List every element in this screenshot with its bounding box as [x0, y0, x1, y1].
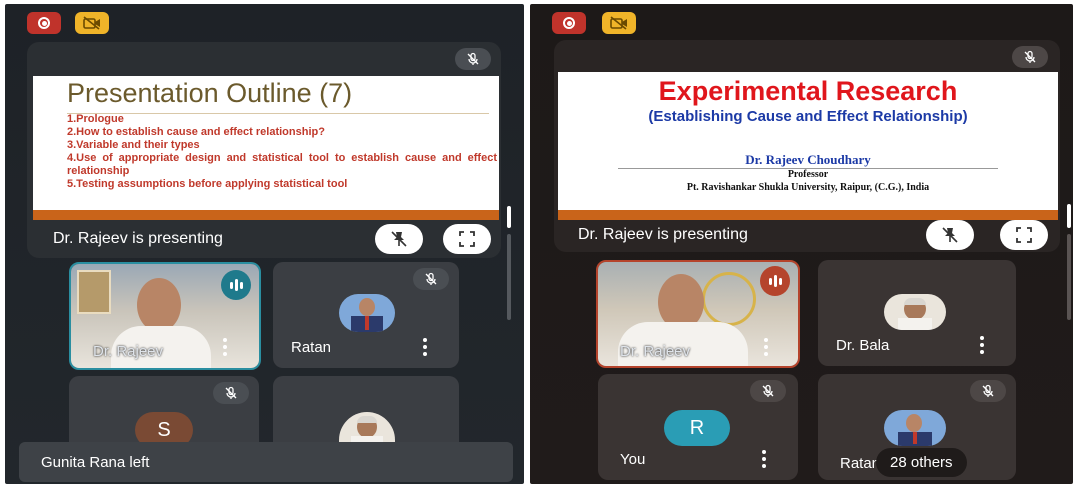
muted-badge [413, 268, 449, 290]
camera-off-icon [610, 16, 627, 30]
avatar [339, 294, 395, 332]
avatar [884, 410, 946, 446]
mic-off-icon [982, 384, 994, 397]
shared-slide: Experimental Research (Establishing Caus… [558, 72, 1058, 220]
person-head [137, 278, 181, 332]
slide-author: Dr. Rajeev Choudhary [745, 152, 871, 167]
slide-outline-list: 1.Prologue 2.How to establish cause and … [67, 113, 497, 191]
avatar [339, 412, 395, 446]
muted-badge [750, 380, 786, 402]
others-button[interactable]: 28 others [876, 448, 967, 477]
scrollbar-thumb[interactable] [1067, 204, 1071, 228]
mic-off-icon [762, 384, 774, 397]
outline-item: 4.Use of appropriate design and statisti… [67, 152, 497, 177]
presentation-stage: Experimental Research (Establishing Caus… [554, 40, 1060, 252]
fullscreen-button[interactable] [443, 224, 491, 254]
scrollbar-track[interactable] [507, 234, 511, 320]
speaking-indicator [221, 270, 251, 300]
presenting-label: Dr. Rajeev is presenting [578, 226, 748, 243]
participant-tile-rajeev[interactable]: Dr. Rajeev [69, 262, 261, 370]
pin-off-icon [942, 227, 958, 243]
unpin-button[interactable] [926, 220, 974, 250]
scrollbar-track[interactable] [1067, 234, 1071, 320]
record-icon [563, 17, 575, 29]
participant-name: Ratan [291, 339, 332, 356]
avatar: R [664, 410, 730, 446]
participant-tile-self[interactable]: R You [598, 374, 798, 480]
slide-role: Professor [787, 169, 829, 180]
slide-subtitle: (Establishing Cause and Effect Relations… [648, 108, 968, 125]
mic-off-icon [1024, 50, 1036, 63]
more-options-icon[interactable] [762, 450, 766, 468]
fullscreen-icon [459, 231, 475, 247]
pin-off-icon [391, 231, 407, 247]
presenter-muted-badge [1012, 46, 1048, 68]
slide-footer-bar [33, 210, 499, 220]
more-options-icon[interactable] [980, 336, 984, 354]
camera-off-icon [83, 16, 100, 30]
outline-item: 1.Prologue [67, 113, 124, 125]
participant-name: Dr. Rajeev [93, 343, 164, 360]
camera-off-indicator[interactable] [75, 12, 109, 34]
more-options-icon[interactable] [423, 338, 427, 356]
camera-off-indicator[interactable] [602, 12, 636, 34]
participant-tile-bala[interactable]: Dr. Bala [818, 260, 1016, 366]
recording-indicator[interactable] [552, 12, 586, 34]
mic-off-icon [467, 52, 479, 65]
fullscreen-button[interactable] [1000, 220, 1048, 250]
muted-badge [213, 382, 249, 404]
wall-frame [77, 270, 111, 314]
outline-item: 5.Testing assumptions before applying st… [67, 178, 348, 190]
slide-title: Presentation Outline (7) [67, 78, 353, 108]
right-meeting-screen: Experimental Research (Establishing Caus… [530, 4, 1073, 484]
slide-footer-bar [558, 210, 1058, 220]
outline-item: 3.Variable and their types [67, 139, 200, 151]
participant-left-toast: Gunita Rana left [19, 442, 513, 482]
recording-indicator[interactable] [27, 12, 61, 34]
speaking-indicator [760, 266, 790, 296]
mic-off-icon [425, 272, 437, 285]
muted-badge [970, 380, 1006, 402]
participant-tile-ratan[interactable]: Ratan [273, 262, 459, 368]
scrollbar-thumb[interactable] [507, 206, 511, 228]
participant-name: Dr. Rajeev [620, 343, 691, 360]
shared-slide: Presentation Outline (7) 1.Prologue 2.Ho… [33, 76, 499, 220]
unpin-button[interactable] [375, 224, 423, 254]
slide-title: Experimental Research [658, 76, 958, 106]
toast-text: Gunita Rana left [41, 454, 150, 471]
slide-affiliation: Pt. Ravishankar Shukla University, Raipu… [686, 182, 930, 193]
presenter-muted-badge [455, 48, 491, 70]
avatar [884, 294, 946, 330]
presenting-label: Dr. Rajeev is presenting [53, 230, 223, 247]
presentation-stage: Presentation Outline (7) 1.Prologue 2.Ho… [27, 42, 501, 258]
left-meeting-screen: Presentation Outline (7) 1.Prologue 2.Ho… [5, 4, 524, 484]
participant-name: Ratan [840, 455, 881, 472]
record-icon [38, 17, 50, 29]
participant-name: You [620, 451, 646, 468]
more-options-icon[interactable] [764, 338, 768, 356]
participant-tile-rajeev[interactable]: Dr. Rajeev [596, 260, 800, 368]
wall-emblem [702, 272, 756, 326]
mic-off-icon [225, 386, 237, 399]
outline-item: 2.How to establish cause and effect rela… [67, 126, 325, 138]
fullscreen-icon [1016, 227, 1032, 243]
participant-name: Dr. Bala [836, 337, 890, 354]
more-options-icon[interactable] [223, 338, 227, 356]
